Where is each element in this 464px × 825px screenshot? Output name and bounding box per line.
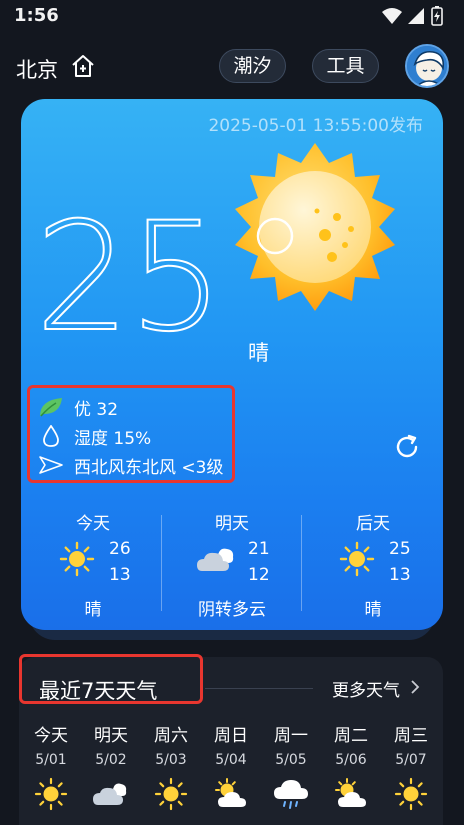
aqi-row: 优 32 — [38, 394, 118, 420]
tide-button[interactable]: 潮汐 — [219, 49, 286, 83]
wifi-icon — [382, 8, 402, 24]
day-column[interactable]: 周一 5/05 — [261, 721, 321, 821]
status-bar: 1:56 — [0, 0, 464, 32]
day-date: 5/03 — [155, 752, 187, 768]
section-title: 最近7天天气 — [39, 679, 158, 703]
humidity-value: 湿度 15% — [74, 428, 152, 449]
partly-cloudy-icon — [215, 778, 246, 807]
wind-row: 西北风东北风 <3级 — [38, 452, 223, 478]
day-name: 今天 — [34, 726, 68, 746]
forecast-high: 26 — [109, 539, 131, 559]
sunny-icon — [394, 777, 428, 811]
status-time: 1:56 — [14, 5, 59, 26]
day-date: 5/07 — [395, 752, 427, 768]
day-date: 5/01 — [35, 752, 67, 768]
forecast-condition: 晴 — [364, 600, 382, 620]
day-date: 5/04 — [215, 752, 247, 768]
day-name: 周一 — [274, 726, 308, 746]
wind-direction-icon — [39, 456, 63, 474]
avatar[interactable] — [405, 44, 449, 88]
day-column[interactable]: 周二 5/06 — [321, 721, 381, 821]
current-weather-card: 2025-05-01 13:55:00发布 25 晴 优 32 湿度 15% 西… — [21, 99, 443, 630]
refresh-icon[interactable] — [392, 432, 422, 462]
day-name: 周日 — [214, 726, 248, 746]
forecast-condition: 晴 — [84, 600, 102, 620]
partly-cloudy-icon — [335, 778, 366, 807]
water-drop-icon — [43, 425, 59, 447]
avatar-illustration-icon — [407, 46, 447, 86]
publish-time: 2025-05-01 13:55:00发布 — [208, 116, 423, 136]
day-column[interactable]: 周三 5/07 — [381, 721, 441, 821]
seven-day-panel: 最近7天天气 更多天气 今天 5/01 明天 5/02 周六 5/03 周日 5… — [19, 654, 443, 825]
title-divider — [205, 688, 313, 689]
day-name: 周二 — [334, 726, 368, 746]
forecast-day-label: 后天 — [356, 514, 390, 534]
forecast-day-after[interactable]: 后天 25 13 晴 — [303, 501, 443, 623]
cloudy-icon — [197, 548, 234, 571]
chevron-right-icon[interactable] — [410, 678, 420, 696]
day-date: 5/06 — [335, 752, 367, 768]
details-highlight-box: 优 32 湿度 15% 西北风东北风 <3级 — [27, 385, 235, 483]
forecast-day-label: 明天 — [215, 514, 249, 534]
forecast-tomorrow[interactable]: 明天 21 12 阴转多云 — [162, 501, 302, 623]
day-name: 周六 — [154, 726, 188, 746]
status-icons — [382, 6, 443, 26]
forecast-low: 13 — [389, 565, 411, 585]
forecast-low: 12 — [248, 565, 270, 585]
home-city-icon[interactable] — [70, 53, 96, 79]
sunny-icon — [154, 777, 188, 811]
leaf-icon — [40, 398, 62, 417]
day-name: 周三 — [394, 726, 428, 746]
sunny-icon — [59, 541, 95, 577]
day-date: 5/05 — [275, 752, 307, 768]
day-date: 5/02 — [95, 752, 127, 768]
current-temperature: 25 — [34, 191, 225, 365]
sunny-icon — [339, 541, 375, 577]
tools-button[interactable]: 工具 — [312, 49, 379, 83]
aqi-value: 优 32 — [74, 399, 119, 420]
day-name: 明天 — [94, 726, 128, 746]
rain-icon — [274, 780, 308, 809]
forecast-low: 13 — [109, 565, 131, 585]
forecast-day-label: 今天 — [76, 514, 110, 534]
wind-value: 西北风东北风 <3级 — [74, 457, 224, 478]
three-day-forecast: 今天 26 13 晴 明天 21 12 阴转多云 后天 25 13 晴 — [21, 501, 443, 623]
cloudy-icon — [93, 783, 127, 805]
forecast-high: 25 — [389, 539, 411, 559]
forecast-condition: 阴转多云 — [198, 600, 266, 620]
day-column[interactable]: 周日 5/04 — [201, 721, 261, 821]
day-column[interactable]: 明天 5/02 — [81, 721, 141, 821]
humidity-row: 湿度 15% — [38, 423, 151, 449]
day-column[interactable]: 周六 5/03 — [141, 721, 201, 821]
cellular-signal-icon — [408, 8, 424, 24]
city-name[interactable]: 北京 — [16, 54, 58, 84]
more-weather-link[interactable]: 更多天气 — [332, 676, 400, 701]
divider — [301, 515, 302, 611]
battery-icon — [431, 6, 443, 26]
forecast-high: 21 — [248, 539, 270, 559]
current-condition: 晴 — [248, 341, 269, 365]
day-column[interactable]: 今天 5/01 — [21, 721, 81, 821]
sun-icon — [235, 143, 395, 311]
forecast-today[interactable]: 今天 26 13 晴 — [23, 501, 163, 623]
app-header: 北京 潮汐 工具 — [0, 38, 464, 96]
sunny-icon — [34, 777, 68, 811]
